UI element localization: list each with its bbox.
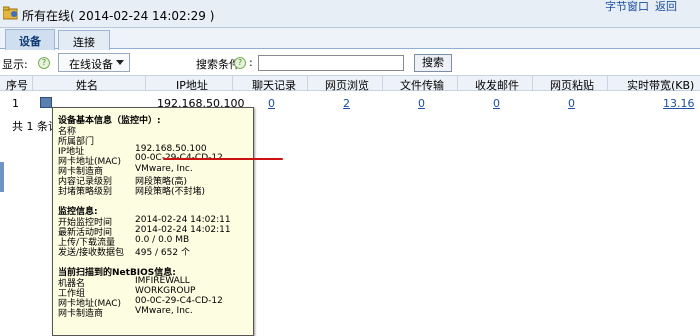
column-divider — [607, 76, 608, 91]
tab-bar: 设备 连接 — [0, 28, 700, 50]
device-info-tooltip: 设备基本信息（监控中）: 名称 所属部门 IP地址 192.168.50.100… — [52, 107, 283, 336]
mac-highlight-underline — [163, 158, 283, 160]
top-link-2[interactable]: 返回 — [655, 0, 677, 14]
column-divider — [457, 76, 458, 91]
col-mail[interactable]: 收发邮件 — [475, 77, 519, 93]
tooltip-value: 2014-02-24 14:02:11 — [135, 225, 231, 235]
tooltip-label: 封堵策略级别 — [58, 187, 113, 197]
filter-toolbar: 显示: ? 在线设备 搜索条件 ? : 搜索 — [0, 50, 700, 74]
col-ip[interactable]: IP地址 — [176, 77, 208, 93]
row-index: 1 — [12, 97, 19, 110]
help-icon[interactable]: ? — [38, 57, 50, 69]
title-bar: 所有在线( 2014-02-24 14:02:29 ) 字节窗口 返回 — [0, 0, 700, 28]
column-divider — [307, 76, 308, 91]
folder-users-icon — [2, 6, 19, 20]
tooltip-value: 495 / 652 个 — [135, 248, 190, 258]
tooltip-value: 2014-02-24 14:02:11 — [135, 215, 231, 225]
tooltip-value: WORKGROUP — [135, 286, 196, 296]
col-paste[interactable]: 网页粘贴 — [550, 77, 594, 93]
row-paste-link[interactable]: 0 — [568, 97, 575, 110]
tooltip-value: IMFIREWALL — [135, 276, 190, 286]
tab-devices[interactable]: 设备 — [5, 29, 55, 50]
column-divider — [532, 76, 533, 91]
top-link-1[interactable]: 字节窗口 — [605, 0, 649, 14]
column-divider — [382, 76, 383, 91]
row-file-link[interactable]: 0 — [418, 97, 425, 110]
column-divider — [145, 76, 146, 91]
col-bandwidth[interactable]: 实时带宽(KB) — [627, 77, 694, 93]
row-chat-link[interactable]: 0 — [268, 97, 275, 110]
row-mail-link[interactable]: 0 — [493, 97, 500, 110]
tooltip-label: 发送/接收数据包 — [58, 248, 125, 258]
display-select[interactable]: 在线设备 — [58, 53, 130, 72]
column-divider — [32, 76, 33, 91]
tab-connections[interactable]: 连接 — [58, 30, 110, 50]
display-select-value: 在线设备 — [69, 58, 113, 71]
tooltip-value: VMware, Inc. — [135, 306, 193, 316]
column-divider — [232, 76, 233, 91]
window-title: 所有在线( 2014-02-24 14:02:29 ) — [22, 9, 215, 23]
row-web-link[interactable]: 2 — [343, 97, 350, 110]
col-file[interactable]: 文件传输 — [400, 77, 444, 93]
col-index[interactable]: 序号 — [6, 77, 28, 93]
tooltip-value: VMware, Inc. — [135, 164, 193, 174]
tooltip-value: 00-0C-29-C4-CD-12 — [135, 296, 223, 306]
table-header: 序号 姓名 IP地址 聊天记录 网页浏览 文件传输 收发邮件 网页粘贴 实时带宽… — [0, 75, 700, 93]
col-chat[interactable]: 聊天记录 — [252, 77, 296, 93]
search-colon: : — [249, 56, 253, 69]
col-web[interactable]: 网页浏览 — [325, 77, 369, 93]
row-bandwidth-link[interactable]: 13.16 — [663, 97, 695, 110]
sidebar-collapse-handle[interactable] — [0, 162, 4, 192]
col-name[interactable]: 姓名 — [76, 77, 98, 93]
tooltip-value: 0.0 / 0.0 MB — [135, 235, 190, 245]
search-button[interactable]: 搜索 — [414, 54, 452, 72]
search-help-icon[interactable]: ? — [234, 57, 246, 69]
computer-icon[interactable] — [40, 97, 52, 108]
display-label: 显示: — [2, 58, 28, 71]
chevron-down-icon — [116, 60, 124, 65]
tooltip-value: 网段策略(不封堵) — [135, 187, 206, 197]
search-input[interactable] — [258, 55, 404, 71]
tooltip-label: 网卡制造商 — [58, 309, 104, 319]
